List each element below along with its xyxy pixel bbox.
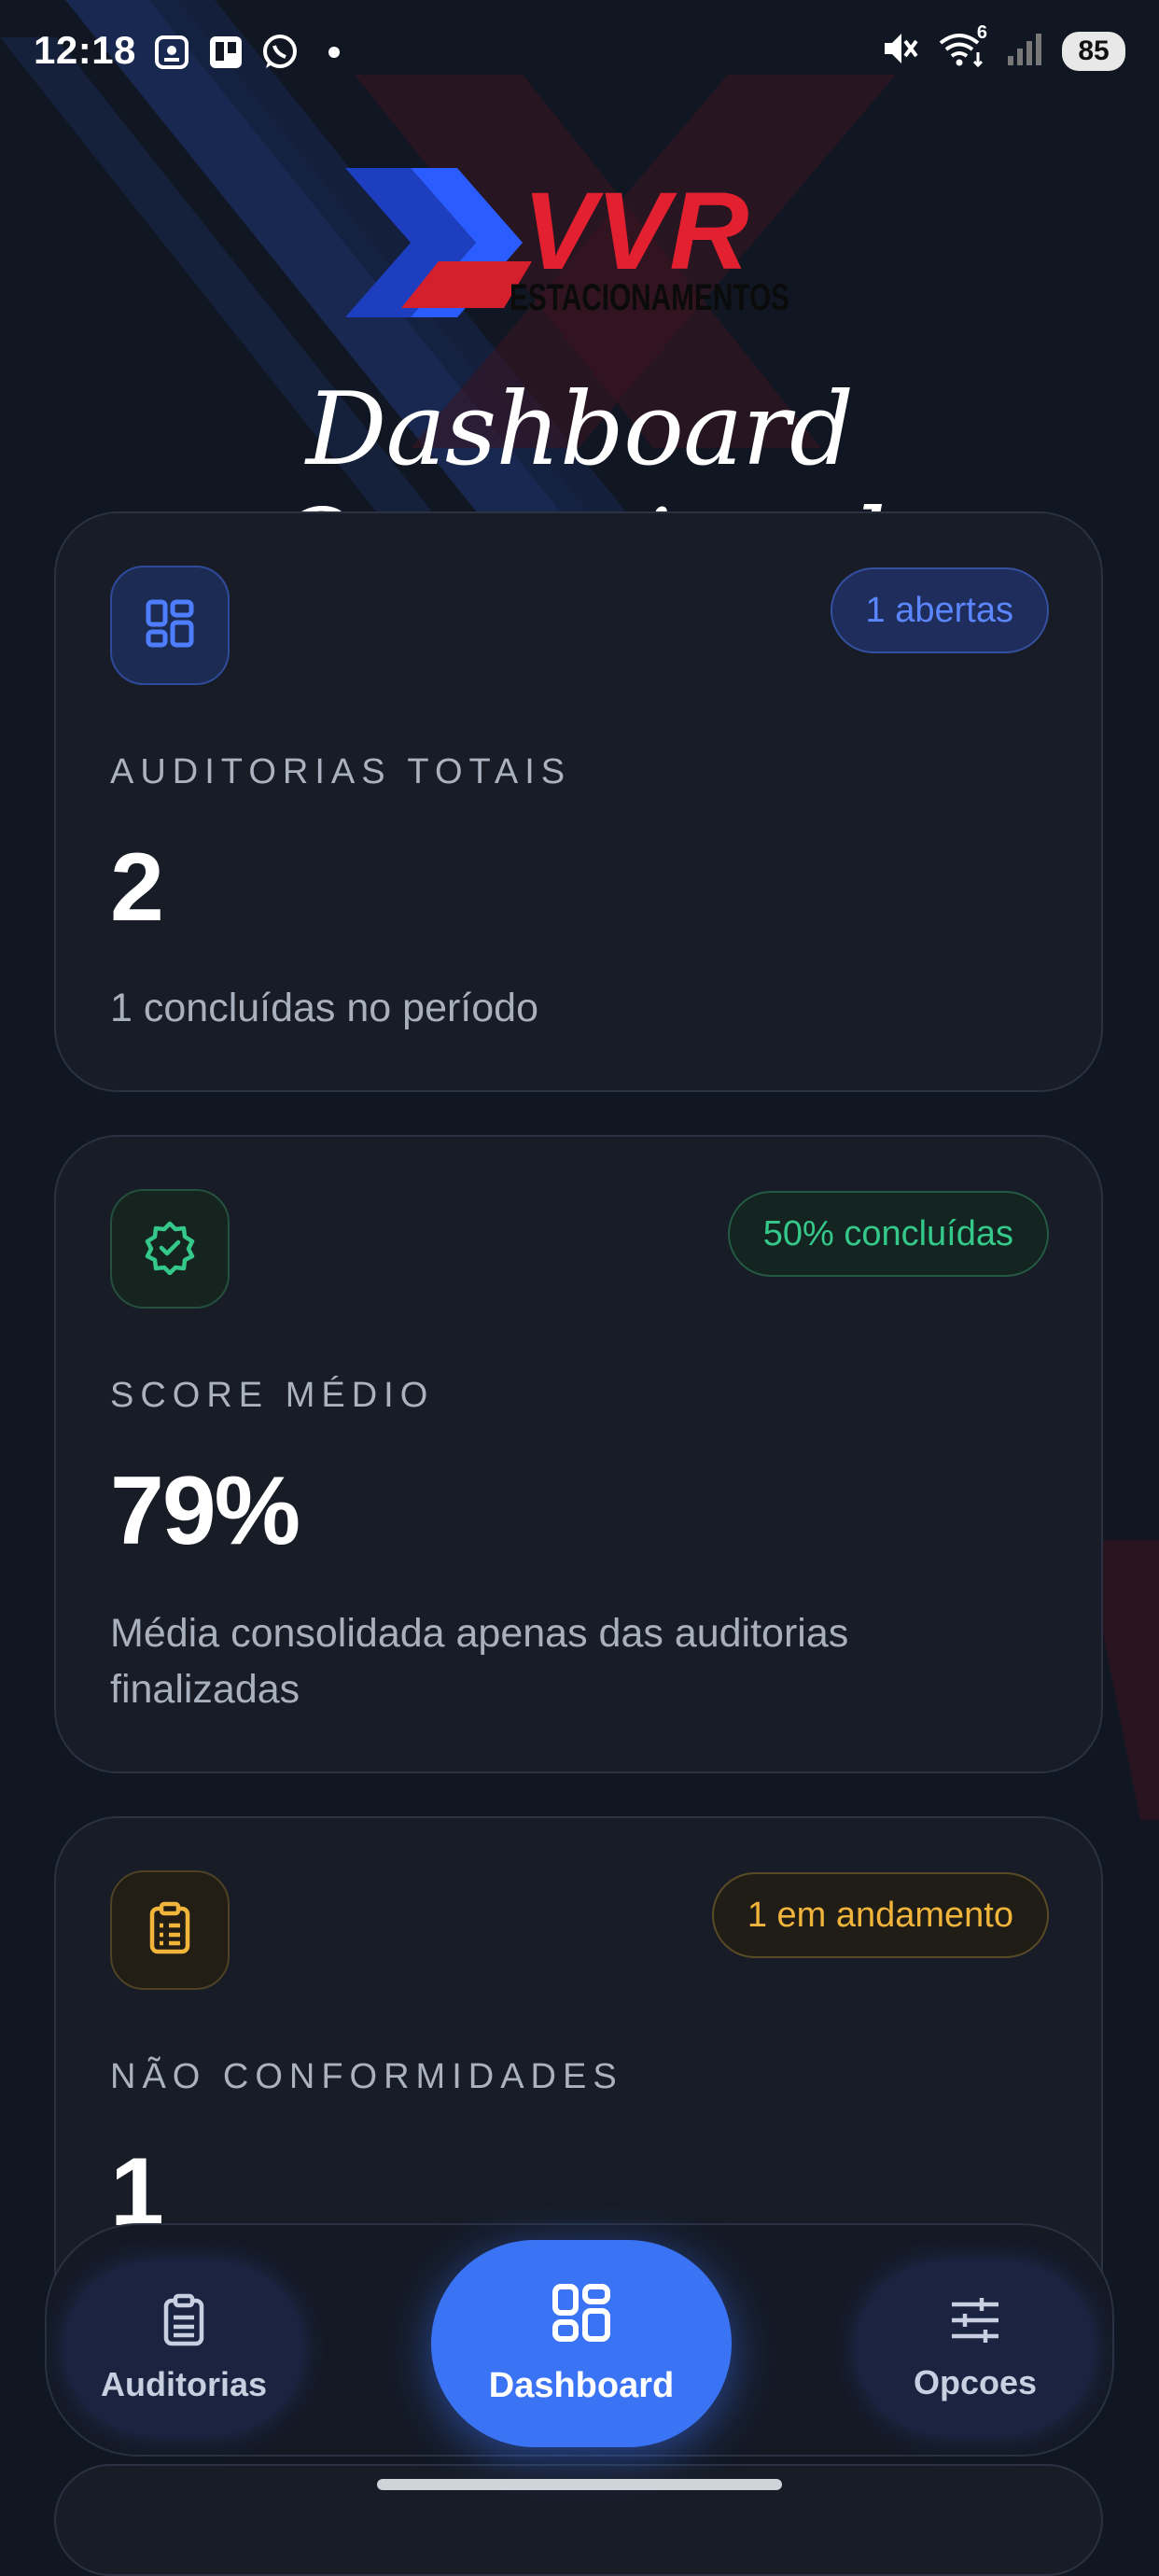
home-indicator[interactable] xyxy=(377,2479,782,2490)
nav-item-dashboard[interactable]: Dashboard xyxy=(431,2240,732,2447)
status-badge: 50% concluídas xyxy=(727,1191,1049,1277)
card-icon-box xyxy=(110,1870,230,1990)
grid-icon xyxy=(550,2281,613,2349)
card-subtitle: Média consolidada apenas das auditorias … xyxy=(110,1611,849,1712)
nav-label: Opcoes xyxy=(913,2362,1038,2401)
trello-icon xyxy=(205,32,246,73)
vvr-logo: VVR ESTACIONAMENTOS xyxy=(345,168,789,318)
card-auditorias-totais[interactable]: 1 abertas AUDITORIAS TOTAIS 2 1 concluíd… xyxy=(54,511,1103,1092)
status-badge: 1 em andamento xyxy=(711,1872,1049,1958)
card-subtitle: 1 concluídas no período xyxy=(110,986,538,1030)
bottom-navigation: Auditorias Dashboard Opcoes xyxy=(45,2223,1114,2457)
card-icon-box xyxy=(110,566,230,685)
screenshot-icon xyxy=(151,32,192,73)
card-label: SCORE MÉDIO xyxy=(110,1376,435,1415)
nav-item-opcoes[interactable]: Opcoes xyxy=(857,2262,1094,2434)
mute-icon xyxy=(879,28,920,74)
whatsapp-icon xyxy=(259,32,300,73)
signal-icon xyxy=(1004,28,1045,74)
battery-indicator: 85 xyxy=(1062,31,1125,71)
card-icon-box xyxy=(110,1189,230,1309)
status-badge: 1 abertas xyxy=(830,567,1049,653)
svg-text:ESTACIONAMENTOS: ESTACIONAMENTOS xyxy=(510,277,789,318)
nav-label: Dashboard xyxy=(488,2366,675,2405)
card-value: 79% xyxy=(110,1457,300,1565)
clipboard-icon xyxy=(160,2293,208,2352)
card-value: 2 xyxy=(110,833,164,942)
status-bar: 12:18 6 85 xyxy=(0,0,1159,112)
svg-text:VVR: VVR xyxy=(523,170,749,293)
verified-badge-icon xyxy=(142,1219,198,1280)
notification-dot xyxy=(314,32,355,73)
card-label: AUDITORIAS TOTAIS xyxy=(110,752,572,791)
nav-item-auditorias[interactable]: Auditorias xyxy=(65,2262,302,2434)
nav-label: Auditorias xyxy=(100,2364,267,2403)
status-time: 12:18 xyxy=(34,28,136,72)
card-score-medio[interactable]: 50% concluídas SCORE MÉDIO 79% Média con… xyxy=(54,1135,1103,1773)
card-label: NÃO CONFORMIDADES xyxy=(110,2057,623,2096)
wifi-label: 6 xyxy=(976,22,987,43)
clipboard-icon xyxy=(145,1901,195,1960)
sliders-icon xyxy=(948,2295,1002,2350)
grid-icon xyxy=(143,596,197,655)
wifi-icon: 6 xyxy=(937,22,987,74)
